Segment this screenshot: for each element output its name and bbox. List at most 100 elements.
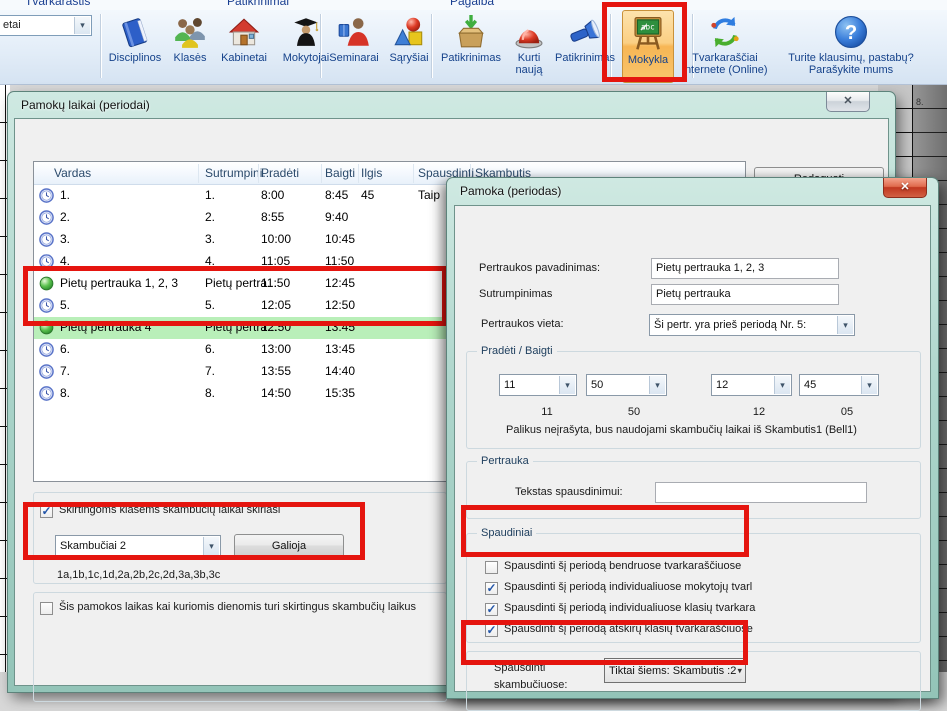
toolbar-button-tvarkaraščiai-internete-[interactable]: Tvarkaraščiai internete (Online) (676, 12, 774, 82)
box-arrow-icon (438, 12, 504, 52)
time-hint-3: 12 (739, 406, 779, 418)
diff-bells-checkbox[interactable]: ✓ (40, 505, 53, 518)
column-separator[interactable] (258, 164, 259, 183)
print-checkbox-2[interactable]: ✓ (485, 582, 498, 595)
time-combobox-3[interactable]: 12 ▾ (711, 374, 792, 396)
toolbar-button-sąryšiai[interactable]: Sąryšiai (384, 12, 434, 82)
toolbar-button-kabinetai[interactable]: Kabinetai (215, 12, 273, 82)
break-place-combobox[interactable]: Ši pertr. yra prieš periodą Nr. 5: ▾ (649, 314, 855, 336)
menubar: Tvarkaraštis Patikrinimai Pagalba (0, 0, 947, 10)
close-button[interactable]: ✕ (883, 178, 927, 198)
cell-start: 11:05 (261, 254, 290, 268)
break-groupbox: Pertrauka Tekstas spausdinimui: (466, 461, 921, 519)
abbr-label: Sutrumpinimas (479, 288, 552, 300)
time-combobox-1[interactable]: 11▾ (499, 374, 577, 396)
cell-end: 11:50 (325, 254, 354, 268)
cell-name: 8. (60, 386, 70, 400)
chevron-down-icon: ▾ (774, 376, 790, 394)
column-separator[interactable] (358, 164, 359, 183)
print-group-title: Spaudiniai (477, 527, 536, 539)
book-icon (105, 12, 165, 52)
check-icon: ✓ (486, 623, 496, 637)
clock-icon (39, 298, 54, 313)
svg-text:abc: abc (641, 22, 655, 31)
column-header-4[interactable]: Baigti (325, 166, 355, 180)
dialog1-title: Pamokų laikai (periodai) (21, 98, 150, 112)
print-text-input[interactable] (655, 482, 867, 503)
time-combobox-value: 50 (591, 379, 603, 391)
bells-print-combobox[interactable]: Tiktai šiems: Skambutis :2 ▾ (604, 658, 746, 683)
time-combobox-value: 12 (716, 379, 728, 391)
cell-start: 8:55 (261, 210, 284, 224)
cell-name: Pietų pertrauka 1, 2, 3 (60, 276, 178, 290)
chalkboard-icon: abc (623, 14, 673, 54)
cell-end: 12:50 (325, 298, 355, 312)
print-checkbox-3[interactable]: ✓ (485, 603, 498, 616)
toolbar-button-klasės[interactable]: Klasės (167, 12, 213, 82)
bells-combobox[interactable]: Skambučiai 2 ▾ (55, 535, 221, 557)
cell-name: 2. (60, 210, 70, 224)
abbr-input[interactable]: Pietų pertrauka (651, 284, 839, 305)
print-checkbox-4[interactable]: ✓ (485, 624, 498, 637)
cell-start: 10:00 (261, 232, 291, 246)
toolbar-button-label: Klasės (167, 52, 213, 64)
toolbar-button-disciplinos[interactable]: Disciplinos (105, 12, 165, 82)
bells-print-value: Tiktai šiems: Skambutis :2 (609, 665, 736, 677)
time-combobox-value: 11 (504, 379, 515, 391)
toolbar-button-seminarai[interactable]: Seminarai (326, 12, 382, 82)
menu-item[interactable]: Pagalba (450, 0, 494, 8)
toolbar-button-label: Tvarkaraščiai internete (Online) (676, 52, 774, 76)
cell-abbr: 2. (205, 210, 215, 224)
cell-name: 4. (60, 254, 70, 268)
toolbar-button-patikrinimas[interactable]: Patikrinimas (554, 12, 616, 82)
column-separator[interactable] (321, 164, 322, 183)
toolbar-button-label: Sąryšiai (384, 52, 434, 64)
break-group-title: Pertrauka (477, 455, 533, 467)
diff-days-checkbox[interactable] (40, 602, 53, 615)
classes-list: 1a,1b,1c,1d,2a,2b,2c,2d,3a,3b,3c (57, 569, 220, 581)
time-combobox-2[interactable]: 50▾ (586, 374, 667, 396)
chevron-down-icon: ▾ (203, 537, 219, 555)
time-hint-2: 50 (614, 406, 654, 418)
sync-icon (676, 12, 774, 52)
break-name-input[interactable]: Pietų pertrauka 1, 2, 3 (651, 258, 839, 279)
cell-end: 9:40 (325, 210, 348, 224)
apply-button[interactable]: Galioja (234, 534, 344, 558)
cell-end: 8:45 (325, 188, 348, 202)
dialog2-client: Pertraukos pavadinimas: Pietų pertrauka … (454, 205, 931, 692)
clock-icon (39, 188, 54, 203)
column-header-5[interactable]: Ilgis (361, 166, 382, 180)
print-checkbox-label-2: Spausdinti šį periodą individualiuose mo… (504, 581, 752, 593)
toolbar-button-label: Disciplinos (105, 52, 165, 64)
toolbar-button-patikrinimas[interactable]: Patikrinimas (438, 12, 504, 82)
menu-item[interactable]: Tvarkaraštis (25, 0, 90, 8)
menu-item[interactable]: Patikrinimai (227, 0, 289, 8)
close-button[interactable]: ✕ (826, 92, 870, 112)
clock-icon (39, 386, 54, 401)
print-checkbox-1[interactable] (485, 561, 498, 574)
grid-cell-label: 8. (916, 97, 924, 107)
column-separator[interactable] (413, 164, 414, 183)
column-header-1[interactable]: Vardas (54, 166, 91, 180)
dialog2-title: Pamoka (periodas) (460, 184, 561, 198)
close-icon: ✕ (843, 95, 852, 107)
shapes-icon (384, 12, 434, 52)
toolbar-button-kurti-naują[interactable]: Kurti naują (506, 12, 552, 82)
clock-icon (39, 364, 54, 379)
toolbar-button-label: Patikrinimas (554, 52, 616, 64)
check-icon: ✓ (486, 581, 496, 595)
cell-abbr: 7. (205, 364, 215, 378)
cell-abbr: 6. (205, 342, 215, 356)
print-text-label: Tekstas spausdinimui: (515, 486, 623, 498)
column-separator[interactable] (198, 164, 199, 183)
time-group-title: Pradėti / Baigti (477, 345, 557, 357)
toolbar-button-turite-klausimų-pastabų-[interactable]: ?Turite klausimų, pastabų? Parašykite mu… (778, 12, 924, 82)
cell-start: 8:00 (261, 188, 284, 202)
time-combobox-4[interactable]: 45▾ (799, 374, 879, 396)
cell-start: 12:05 (261, 298, 291, 312)
diff-bells-label: Skirtingoms klasėms skambučių laikai ski… (59, 504, 280, 516)
toolbar-button-mokykla[interactable]: abcMokykla (622, 10, 674, 83)
column-header-3[interactable]: Pradėti (261, 166, 299, 180)
view-filter-combobox[interactable]: etai ▾ (0, 15, 92, 36)
chevron-down-icon: ▾ (837, 316, 853, 334)
